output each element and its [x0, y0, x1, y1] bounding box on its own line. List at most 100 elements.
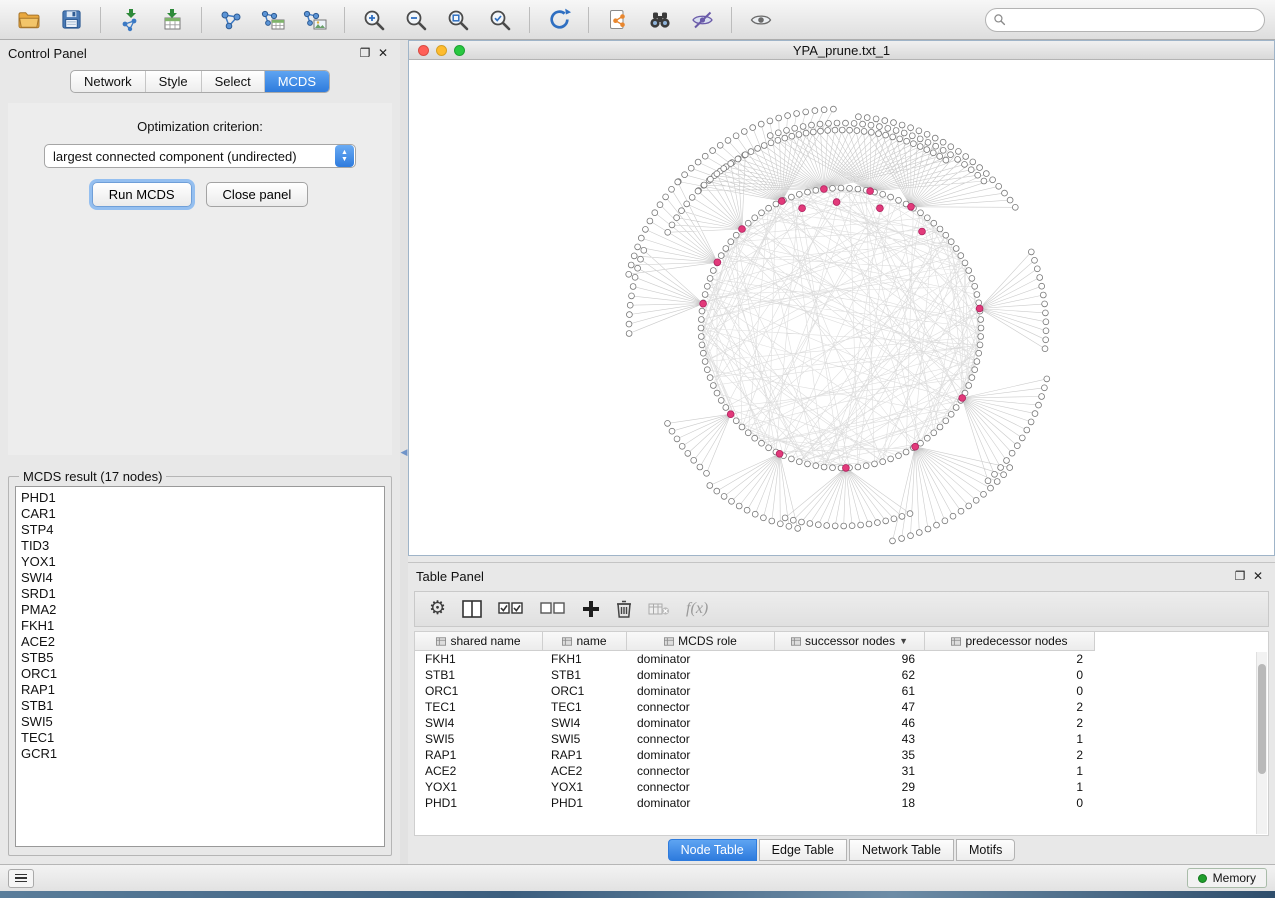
- paint-eye-icon: [690, 8, 715, 32]
- mcds-result-item[interactable]: TEC1: [21, 730, 379, 746]
- table-cell: 31: [775, 763, 925, 779]
- column-header-predecessor-nodes[interactable]: predecessor nodes: [925, 632, 1095, 650]
- delete-column-icon[interactable]: [616, 596, 632, 622]
- criterion-select[interactable]: largest connected component (undirected)…: [44, 144, 356, 168]
- search-network-button[interactable]: [641, 4, 679, 36]
- column-header-name[interactable]: name: [543, 632, 627, 650]
- mcds-result-list[interactable]: PHD1CAR1STP4TID3YOX1SWI4SRD1PMA2FKH1ACE2…: [15, 486, 385, 847]
- refresh-button[interactable]: [540, 4, 578, 36]
- run-mcds-button[interactable]: Run MCDS: [92, 182, 192, 207]
- mcds-result-item[interactable]: ORC1: [21, 666, 379, 682]
- mcds-result-item[interactable]: SWI5: [21, 714, 379, 730]
- mcds-result-item[interactable]: PHD1: [21, 490, 379, 506]
- table-row[interactable]: ACE2ACE2connector311: [415, 763, 1268, 779]
- table-row[interactable]: FKH1FKH1dominator962: [415, 651, 1268, 667]
- tab-select[interactable]: Select: [201, 71, 264, 92]
- table-cell: FKH1: [543, 651, 627, 667]
- column-type-icon: [791, 637, 801, 646]
- add-column-icon[interactable]: [582, 596, 600, 622]
- table-cell: dominator: [627, 667, 775, 683]
- tab-network-table[interactable]: Network Table: [849, 839, 954, 861]
- show-hide-button[interactable]: [742, 4, 780, 36]
- mcds-result-item[interactable]: FKH1: [21, 618, 379, 634]
- table-cell: STB1: [415, 667, 543, 683]
- clear-table-icon[interactable]: [648, 596, 670, 622]
- table-cell: 61: [775, 683, 925, 699]
- zoom-selected-button[interactable]: [481, 4, 519, 36]
- mcds-result-item[interactable]: SRD1: [21, 586, 379, 602]
- close-panel-icon[interactable]: ✕: [374, 46, 392, 60]
- mcds-result-item[interactable]: TID3: [21, 538, 379, 554]
- new-network-table-button[interactable]: [254, 4, 292, 36]
- float-window-icon[interactable]: ❐: [356, 46, 374, 60]
- import-table-file-icon: [160, 8, 184, 32]
- control-panel-title: Control Panel: [8, 46, 87, 61]
- tab-node-table[interactable]: Node Table: [668, 839, 757, 861]
- close-panel-icon[interactable]: ✕: [1249, 569, 1267, 583]
- mcds-result-item[interactable]: CAR1: [21, 506, 379, 522]
- zoom-out-button[interactable]: [397, 4, 435, 36]
- table-row[interactable]: YOX1YOX1connector291: [415, 779, 1268, 795]
- show-columns-icon[interactable]: [462, 596, 482, 622]
- scrollbar-thumb[interactable]: [1258, 664, 1266, 774]
- table-settings-gear-icon[interactable]: ⚙: [429, 596, 446, 622]
- mcds-result-item[interactable]: STP4: [21, 522, 379, 538]
- mcds-result-item[interactable]: RAP1: [21, 682, 379, 698]
- memory-button[interactable]: Memory: [1187, 868, 1267, 888]
- function-builder-button[interactable]: f(x): [686, 596, 708, 622]
- zoom-fit-button[interactable]: [439, 4, 477, 36]
- network-canvas[interactable]: [409, 60, 1274, 555]
- open-session-button[interactable]: [10, 4, 48, 36]
- column-type-icon: [436, 637, 446, 646]
- zoom-in-icon: [362, 8, 386, 32]
- network-window: YPA_prune.txt_1: [408, 40, 1275, 556]
- tab-edge-table[interactable]: Edge Table: [759, 839, 847, 861]
- table-row[interactable]: PHD1PHD1dominator180: [415, 795, 1268, 811]
- import-table-from-file-button[interactable]: [153, 4, 191, 36]
- collapse-arrow-icon[interactable]: ◀: [401, 447, 408, 458]
- table-row[interactable]: SWI4SWI4dominator462: [415, 715, 1268, 731]
- table-vertical-scrollbar[interactable]: [1256, 652, 1267, 834]
- mcds-result-item[interactable]: YOX1: [21, 554, 379, 570]
- float-window-icon[interactable]: ❐: [1231, 569, 1249, 583]
- paint-style-button[interactable]: [683, 4, 721, 36]
- table-body: FKH1FKH1dominator962STB1STB1dominator620…: [415, 651, 1268, 811]
- column-header-successor-nodes[interactable]: successor nodes ▼: [775, 632, 925, 650]
- table-cell: dominator: [627, 683, 775, 699]
- task-history-button[interactable]: [8, 869, 34, 888]
- save-session-button[interactable]: [52, 4, 90, 36]
- tab-mcds[interactable]: MCDS: [264, 71, 329, 92]
- column-type-icon: [562, 637, 572, 646]
- tab-motifs[interactable]: Motifs: [956, 839, 1015, 861]
- export-image-button[interactable]: [296, 4, 334, 36]
- mcds-result-item[interactable]: PMA2: [21, 602, 379, 618]
- mcds-result-item[interactable]: ACE2: [21, 634, 379, 650]
- select-all-rows-icon[interactable]: [498, 596, 524, 622]
- search-input[interactable]: [985, 8, 1265, 32]
- close-panel-button[interactable]: Close panel: [206, 182, 309, 207]
- table-row[interactable]: SWI5SWI5connector431: [415, 731, 1268, 747]
- table-toolbar: ⚙ f(x): [414, 591, 1269, 627]
- mcds-result-item[interactable]: STB5: [21, 650, 379, 666]
- table-cell: 29: [775, 779, 925, 795]
- column-header-shared-name[interactable]: shared name: [415, 632, 543, 650]
- deselect-all-rows-icon[interactable]: [540, 596, 566, 622]
- share-document-button[interactable]: [599, 4, 637, 36]
- mcds-result-item[interactable]: GCR1: [21, 746, 379, 762]
- table-cell: dominator: [627, 795, 775, 811]
- import-network-from-file-button[interactable]: [111, 4, 149, 36]
- mcds-result-item[interactable]: STB1: [21, 698, 379, 714]
- table-row[interactable]: TEC1TEC1connector472: [415, 699, 1268, 715]
- tab-network[interactable]: Network: [71, 71, 145, 92]
- network-window-titlebar[interactable]: YPA_prune.txt_1: [409, 41, 1274, 60]
- table-row[interactable]: STB1STB1dominator620: [415, 667, 1268, 683]
- table-row[interactable]: RAP1RAP1dominator352: [415, 747, 1268, 763]
- mcds-result-item[interactable]: SWI4: [21, 570, 379, 586]
- new-network-button[interactable]: [212, 4, 250, 36]
- tab-style[interactable]: Style: [145, 71, 201, 92]
- table-row[interactable]: ORC1ORC1dominator610: [415, 683, 1268, 699]
- table-cell: SWI4: [543, 715, 627, 731]
- column-header-mcds-role[interactable]: MCDS role: [627, 632, 775, 650]
- panel-splitter[interactable]: ◀: [400, 40, 408, 864]
- zoom-in-button[interactable]: [355, 4, 393, 36]
